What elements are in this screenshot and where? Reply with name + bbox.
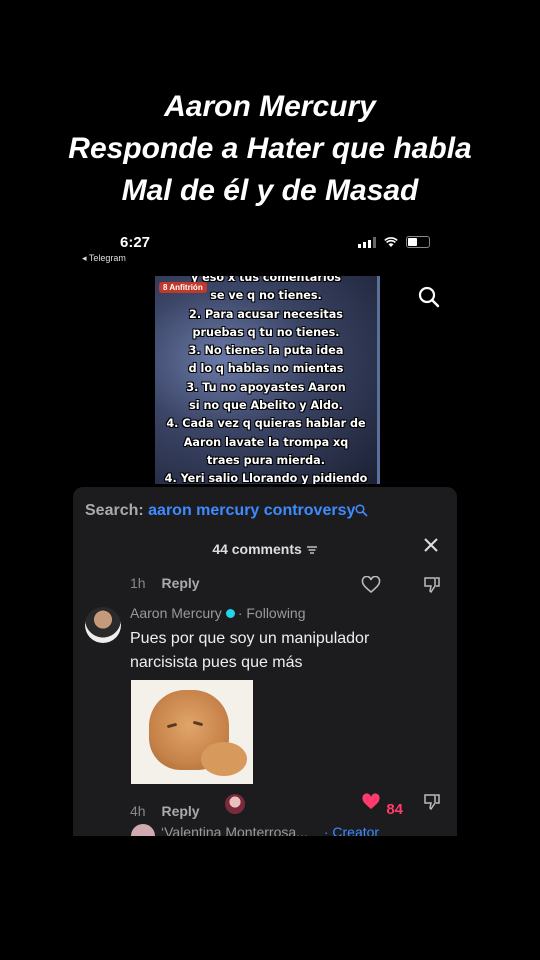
cat-sticker-image [131,680,253,784]
like-count: 84 [386,801,403,818]
reply-button[interactable]: Reply [161,575,199,591]
meme-text-line: 4. Cada vez q quieras hablar de [166,417,366,431]
back-to-telegram-link[interactable]: ◂ Telegram [82,253,126,264]
meme-badge: 8 Anfitrión [159,282,207,293]
meme-text-line: 2. Para acusar necesitas [189,307,343,321]
meme-text-line: d lo q hablas no mientas [188,362,344,376]
title-line-2: Responde a Hater que habla [68,132,472,165]
meme-image: y eso x tus comentarios se ve q no tienes… [155,276,380,484]
previous-comment-actions: 1h Reply [130,575,200,591]
avatar[interactable] [85,607,121,643]
title-line-1: Aaron Mercury [164,90,376,123]
meme-text-line: Aaron lavate la trompa xq [183,435,349,449]
comment-age: 1h [130,575,146,591]
wifi-icon [384,236,398,247]
heart-filled-icon[interactable] [361,793,381,811]
search-prefix: Search: [85,502,144,519]
avatar[interactable] [131,824,155,836]
comment-author[interactable]: Aaron Mercury [130,605,222,621]
comments-count-header: 44 comments [73,541,457,557]
comments-count: 44 comments [212,541,302,557]
reply-button[interactable]: Reply [161,803,199,819]
search-icon[interactable] [418,286,440,308]
meme-text-line: si no que Abelito y Aldo. [189,399,343,413]
phone-status-bar: 6:27 ◂ Telegram [80,232,440,268]
meme-text-line: 3. No tienes la puta idea [188,344,344,358]
next-comment-author-line: ‘Valentina Monterrosa... · Creator [161,824,379,836]
meme-text-line: traes pura mierda. [207,453,325,467]
search-suggestion[interactable]: Search: aaron mercury controversy [85,502,368,520]
sort-icon[interactable] [306,545,318,555]
dislike-icon[interactable] [422,576,442,594]
comment-actions: 4h Reply [130,803,200,819]
comment-age: 4h [130,803,146,819]
meme-text-line: 4. Yeri salio Llorando y pidiendo [164,472,368,484]
comment-text: Pues por que soy un manipulador narcisis… [130,630,370,671]
battery-icon [406,236,430,248]
close-icon [424,538,438,552]
search-query[interactable]: aaron mercury controversy [148,502,355,519]
creator-badge: · Creator [323,824,380,836]
status-time: 6:27 [120,234,151,251]
comments-panel: Search: aaron mercury controversy 44 com… [73,487,457,836]
creator-liked-avatar [225,794,245,814]
meme-text-line: pruebas q tu no tienes. [192,325,340,339]
meme-text-line: 3. Tu no apoyastes Aaron [186,380,346,394]
magnifier-icon [355,504,368,517]
comment-author-line: Aaron Mercury · Following [130,605,306,621]
dislike-icon[interactable] [422,793,442,811]
close-comments-button[interactable] [423,537,439,553]
verified-badge-icon [225,609,235,618]
comment-author[interactable]: ‘Valentina Monterrosa... [161,824,308,836]
signal-icon [358,236,376,248]
title-line-3: Mal de él y de Masad [121,174,419,207]
following-label: · Following [237,605,306,621]
system-icons [358,236,430,248]
video-overlay-title: Aaron Mercury Responde a Hater que habla… [0,86,540,212]
heart-outline-icon[interactable] [361,576,381,594]
meme-text-block: y eso x tus comentarios se ve q no tienes… [155,276,377,484]
